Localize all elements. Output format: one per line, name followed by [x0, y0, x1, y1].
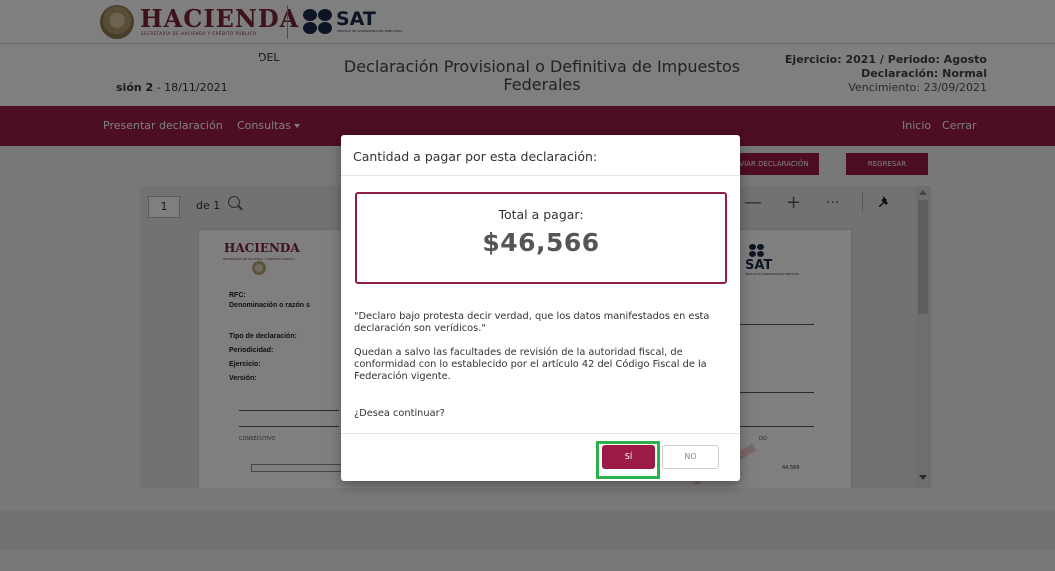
modal-divider — [341, 175, 740, 176]
total-label: Total a pagar: — [498, 207, 584, 222]
total-box: Total a pagar: $46,566 — [355, 192, 727, 284]
legal-notice: Quedan a salvo las facultades de revisió… — [354, 347, 707, 382]
app-page: HACIENDA SECRETARÍA DE HACIENDA Y CRÉDIT… — [0, 0, 1055, 571]
continue-question: ¿Desea continuar? — [354, 408, 445, 419]
payment-confirm-modal: Cantidad a pagar por esta declaración: T… — [341, 135, 740, 481]
yes-button[interactable]: SÍ — [602, 445, 655, 469]
modal-title: Cantidad a pagar por esta declaración: — [353, 149, 598, 164]
total-amount: $46,566 — [482, 228, 600, 257]
modal-divider — [341, 433, 740, 434]
declaration-statement: "Declaro bajo protesta decir verdad, que… — [354, 311, 710, 334]
no-button[interactable]: NO — [662, 445, 719, 469]
